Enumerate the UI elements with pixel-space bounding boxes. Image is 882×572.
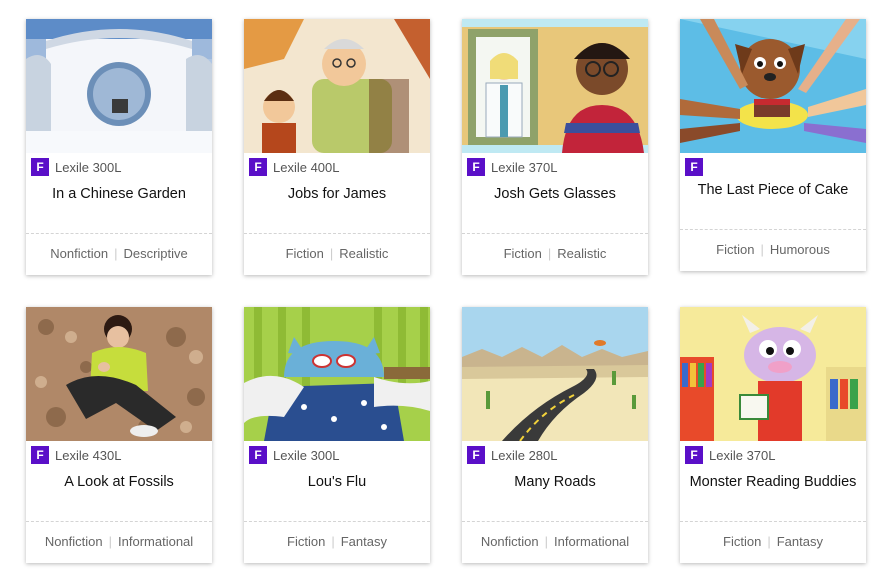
boy-with-glasses-illustration xyxy=(462,19,648,153)
book-title[interactable]: A Look at Fossils xyxy=(32,473,206,491)
reading-level-row: F Lexile 300L xyxy=(249,446,340,464)
book-title[interactable]: Many Roads xyxy=(468,473,642,491)
genre-separator: | xyxy=(760,242,764,257)
book-card[interactable]: F Lexile 370L Josh Gets Glasses Fiction |… xyxy=(462,19,648,275)
genre-label: Nonfiction xyxy=(44,534,103,549)
book-cover-image[interactable] xyxy=(244,19,430,153)
lexile-level: Lexile 370L xyxy=(491,159,558,175)
book-title[interactable]: The Last Piece of Cake xyxy=(686,181,860,199)
lexile-level: Lexile 430L xyxy=(55,447,122,463)
level-badge: F xyxy=(31,446,49,464)
book-title[interactable]: Jobs for James xyxy=(250,185,424,203)
genre-row: Fiction | Realistic xyxy=(462,246,648,262)
book-card[interactable]: F Lexile 400L Jobs for James Fiction | Rea… xyxy=(244,19,430,275)
reading-level-row: F Lexile 430L xyxy=(31,446,122,464)
snowy-garden-illustration xyxy=(26,19,212,153)
lexile-level: Lexile 400L xyxy=(273,159,340,175)
grandpa-and-boy-illustration xyxy=(244,19,430,153)
subgenre-label: Fantasy xyxy=(776,534,823,549)
card-divider xyxy=(26,233,212,234)
card-divider xyxy=(244,233,430,234)
book-card[interactable]: F Lexile 300L Lou's Flu Fiction | Fantasy xyxy=(244,307,430,563)
genre-row: Nonfiction | Informational xyxy=(462,534,648,550)
book-grid: F Lexile 300L In a Chinese Garden Nonfic… xyxy=(0,0,882,572)
subgenre-label: Descriptive xyxy=(123,246,188,261)
genre-separator: | xyxy=(547,246,552,261)
genre-row: Nonfiction | Descriptive xyxy=(26,246,212,262)
level-badge: F xyxy=(31,158,49,176)
desert-road-illustration xyxy=(462,307,648,441)
level-badge: F xyxy=(685,446,703,464)
book-cover-image[interactable] xyxy=(680,307,866,441)
card-divider xyxy=(26,521,212,522)
subgenre-label: Realistic xyxy=(557,246,607,261)
book-card[interactable]: F Lexile 280L Many Roads Nonfiction | Info… xyxy=(462,307,648,563)
book-cover-image[interactable] xyxy=(26,307,212,441)
level-badge: F xyxy=(467,446,485,464)
subgenre-label: Fantasy xyxy=(340,534,387,549)
reading-level-row: F Lexile 370L xyxy=(467,158,558,176)
level-badge: F xyxy=(249,446,267,464)
book-card[interactable]: F Lexile 370L Monster Reading Buddies Fi… xyxy=(680,307,866,563)
genre-row: Nonfiction | Informational xyxy=(26,534,212,550)
monster-with-book-illustration xyxy=(680,307,866,441)
genre-label: Fiction xyxy=(285,246,324,261)
book-cover-image[interactable] xyxy=(26,19,212,153)
genre-separator: | xyxy=(767,534,771,549)
card-divider xyxy=(244,521,430,522)
book-title[interactable]: Lou's Flu xyxy=(250,473,424,491)
genre-row: Fiction | Realistic xyxy=(244,246,430,262)
level-badge: F xyxy=(467,158,485,176)
subgenre-label: Humorous xyxy=(769,242,830,257)
genre-row: Fiction | Humorous xyxy=(680,242,866,258)
genre-separator: | xyxy=(544,534,549,549)
card-divider xyxy=(462,521,648,522)
subgenre-label: Informational xyxy=(118,534,194,549)
genre-label: Fiction xyxy=(287,534,326,549)
genre-label: Nonfiction xyxy=(50,246,109,261)
reading-level-row: F Lexile 370L xyxy=(685,446,776,464)
book-cover-image[interactable] xyxy=(244,307,430,441)
lexile-level: Lexile 280L xyxy=(491,447,558,463)
lexile-level: Lexile 300L xyxy=(273,447,340,463)
genre-separator: | xyxy=(108,534,113,549)
reading-level-row: F Lexile 300L xyxy=(31,158,122,176)
girl-in-leaves-photo xyxy=(26,307,212,441)
book-cover-image[interactable] xyxy=(462,307,648,441)
lexile-level: Lexile 370L xyxy=(709,447,776,463)
genre-label: Nonfiction xyxy=(480,534,539,549)
genre-separator: | xyxy=(331,534,335,549)
book-title[interactable]: Monster Reading Buddies xyxy=(686,473,860,491)
subgenre-label: Realistic xyxy=(339,246,389,261)
card-divider xyxy=(680,229,866,230)
genre-label: Fiction xyxy=(716,242,755,257)
book-title[interactable]: In a Chinese Garden xyxy=(32,185,206,203)
genre-row: Fiction | Fantasy xyxy=(680,534,866,550)
book-card[interactable]: F Lexile 430L A Look at Fossils Nonficti… xyxy=(26,307,212,563)
genre-row: Fiction | Fantasy xyxy=(244,534,430,550)
reading-level-row: F xyxy=(685,158,709,176)
card-divider xyxy=(462,233,648,234)
reading-level-row: F Lexile 400L xyxy=(249,158,340,176)
level-badge: F xyxy=(685,158,703,176)
genre-label: Fiction xyxy=(723,534,762,549)
sick-monster-illustration xyxy=(244,307,430,441)
genre-separator: | xyxy=(329,246,334,261)
book-card[interactable]: F Lexile 300L In a Chinese Garden Nonfic… xyxy=(26,19,212,275)
book-card[interactable]: F The Last Piece of Cake Fiction | Humorou… xyxy=(680,19,866,271)
book-title[interactable]: Josh Gets Glasses xyxy=(468,185,642,203)
reading-level-row: F Lexile 280L xyxy=(467,446,558,464)
genre-label: Fiction xyxy=(503,246,542,261)
subgenre-label: Informational xyxy=(554,534,630,549)
book-cover-image[interactable] xyxy=(462,19,648,153)
genre-separator: | xyxy=(114,246,118,261)
lexile-level: Lexile 300L xyxy=(55,159,122,175)
level-badge: F xyxy=(249,158,267,176)
card-divider xyxy=(680,521,866,522)
book-cover-image[interactable] xyxy=(680,19,866,153)
dog-and-cake-illustration xyxy=(680,19,866,153)
